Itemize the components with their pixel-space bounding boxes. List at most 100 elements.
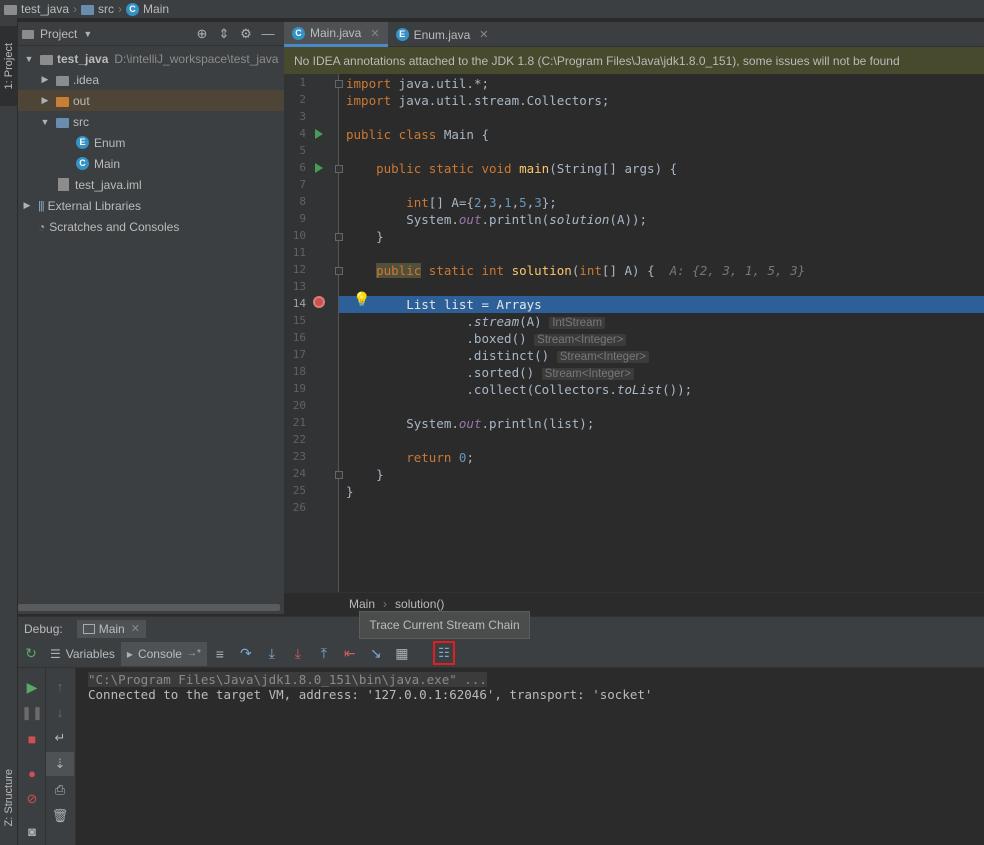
breakpoint-icon[interactable]: [313, 296, 325, 308]
fold-icon[interactable]: [335, 233, 343, 241]
breadcrumb-project[interactable]: test_java: [21, 2, 69, 16]
console-output[interactable]: "C:\Program Files\Java\jdk1.8.0_151\bin\…: [76, 668, 984, 845]
line-number: 16: [292, 331, 306, 344]
mute-breakpoints-icon[interactable]: ⊘: [18, 787, 46, 811]
tab-label: Enum.java: [413, 27, 471, 42]
fold-icon[interactable]: [335, 165, 343, 173]
code-line-14: List list = Arrays: [346, 297, 542, 312]
step-into-icon[interactable]: ⤓: [259, 642, 285, 666]
project-tool-tab[interactable]: 1: Project: [0, 26, 18, 106]
tooltip: Trace Current Stream Chain: [359, 611, 530, 639]
debug-session-label: Main: [98, 621, 125, 636]
trace-stream-chain-button[interactable]: ☷: [433, 641, 455, 665]
project-horizontal-scrollbar[interactable]: [18, 604, 280, 611]
up-arrow-icon[interactable]: ↑: [46, 674, 74, 698]
structure-tool-tab-label: Z: Structure: [3, 769, 15, 827]
run-to-cursor-icon[interactable]: ↘: [363, 642, 389, 666]
code-line-2: import java.util.stream.Collectors;: [346, 93, 610, 108]
code-line-8: int[] A={2,3,1,5,3};: [406, 195, 557, 210]
chevron-right-icon[interactable]: ▶: [20, 200, 34, 211]
debug-session-tab[interactable]: Main ✕: [76, 619, 146, 638]
tree-item-main[interactable]: C Main: [18, 153, 284, 174]
tree-item-iml[interactable]: test_java.iml: [18, 174, 284, 195]
run-class-icon[interactable]: [315, 129, 323, 139]
footer-crumb-method[interactable]: solution(): [395, 597, 444, 611]
tree-item-label: test_java: [57, 51, 109, 66]
breadcrumb-src[interactable]: src: [98, 2, 114, 16]
down-arrow-icon[interactable]: ↓: [46, 700, 74, 724]
code-editor[interactable]: 1 2 3 4 5 6 7 8 9 10 11 12 13 14 15 16 1…: [284, 74, 984, 592]
module-folder-icon: [40, 54, 53, 65]
project-view-icon: [22, 30, 34, 39]
tree-item-enum[interactable]: E Enum: [18, 132, 284, 153]
excluded-folder-icon: [56, 96, 69, 107]
console-line: "C:\Program Files\Java\jdk1.8.0_151\bin\…: [88, 672, 972, 687]
type-hint: Stream<Integer>: [556, 351, 650, 363]
fold-icon[interactable]: [335, 80, 343, 88]
rerun-icon[interactable]: ↻: [18, 642, 44, 666]
debug-side-toolbar: ▶ ❚❚ ■ ● ⊘ ◙: [18, 668, 46, 845]
gear-icon[interactable]: ⚙: [238, 26, 254, 42]
tree-item-label: Scratches and Consoles: [49, 219, 180, 234]
module-file-icon: [58, 178, 69, 191]
tree-item-external-libraries[interactable]: ▶ ||| External Libraries: [18, 195, 284, 216]
locate-icon[interactable]: ⊕: [194, 26, 210, 42]
tree-item-label: External Libraries: [47, 198, 141, 213]
close-icon[interactable]: ✕: [479, 28, 488, 41]
collapse-all-icon[interactable]: ⇕: [216, 26, 232, 42]
print-icon[interactable]: ⎙: [46, 778, 74, 802]
run-main-icon[interactable]: [315, 163, 323, 173]
view-breakpoints-icon[interactable]: ●: [18, 761, 46, 785]
structure-tool-tab[interactable]: Z: Structure: [0, 758, 18, 838]
resume-icon[interactable]: ▶: [18, 675, 46, 699]
tab-variables[interactable]: ☰ Variables: [44, 642, 121, 666]
fold-icon[interactable]: [335, 267, 343, 275]
code-line-19: .collect(Collectors.toList());: [346, 382, 693, 397]
line-number: 9: [299, 212, 306, 225]
project-panel: Project ▼ ⊕ ⇕ ⚙ — ▼ test_java D:\intelli…: [18, 22, 284, 614]
evaluate-expression-icon[interactable]: ▦: [389, 642, 415, 666]
libraries-icon: |||: [38, 199, 45, 212]
pin-icon[interactable]: →*: [187, 648, 201, 659]
scroll-to-end-icon[interactable]: ⇣: [46, 752, 74, 776]
tree-item-scratches[interactable]: ◔ Scratches and Consoles: [18, 216, 284, 237]
step-over-icon[interactable]: ↷: [233, 642, 259, 666]
chevron-down-icon[interactable]: ▼: [22, 54, 36, 64]
line-number: 21: [292, 416, 306, 429]
line-number: 7: [299, 178, 306, 191]
tree-item-idea[interactable]: ▶ .idea: [18, 69, 284, 90]
footer-crumb-class[interactable]: Main: [349, 597, 375, 611]
trash-icon[interactable]: 🗑: [46, 804, 74, 828]
drop-frame-icon[interactable]: ⇤: [337, 642, 363, 666]
step-out-icon[interactable]: ⤒: [311, 642, 337, 666]
tab-console[interactable]: ▸ Console →*: [120, 641, 207, 666]
chevron-right-icon[interactable]: ▶: [38, 74, 52, 85]
line-number: 10: [292, 229, 306, 242]
chevron-right-icon[interactable]: ▶: [38, 95, 52, 106]
soft-wrap-icon[interactable]: ↵: [46, 726, 74, 750]
line-number: 8: [299, 195, 306, 208]
pause-icon[interactable]: ❚❚: [18, 701, 46, 725]
tree-item-out[interactable]: ▶ out: [18, 90, 284, 111]
tab-enum-java[interactable]: E Enum.java ✕: [388, 22, 497, 47]
tree-item-test-java[interactable]: ▼ test_java D:\intelliJ_workspace\test_j…: [18, 48, 284, 69]
camera-icon[interactable]: ◙: [18, 819, 46, 843]
line-number: 13: [292, 280, 306, 293]
tab-main-java[interactable]: C Main.java ✕: [284, 22, 388, 47]
tree-item-src[interactable]: ▼ src: [18, 111, 284, 132]
chevron-down-icon[interactable]: ▼: [83, 29, 92, 39]
code-line-25: }: [346, 484, 354, 499]
close-icon[interactable]: ✕: [131, 622, 140, 635]
breadcrumb-main[interactable]: Main: [143, 2, 169, 16]
stop-icon[interactable]: ■: [18, 727, 46, 751]
project-view-selector[interactable]: Project: [40, 27, 77, 41]
tree-item-label: Main: [94, 156, 121, 171]
chevron-down-icon[interactable]: ▼: [38, 117, 52, 127]
close-icon[interactable]: ✕: [370, 27, 379, 40]
show-execution-point-icon[interactable]: ≡: [207, 642, 233, 666]
fold-icon[interactable]: [335, 471, 343, 479]
hide-panel-icon[interactable]: —: [260, 26, 276, 42]
folder-icon: [56, 75, 69, 86]
console-line: Connected to the target VM, address: '12…: [88, 687, 653, 702]
force-step-into-icon[interactable]: ⤓: [285, 642, 311, 666]
